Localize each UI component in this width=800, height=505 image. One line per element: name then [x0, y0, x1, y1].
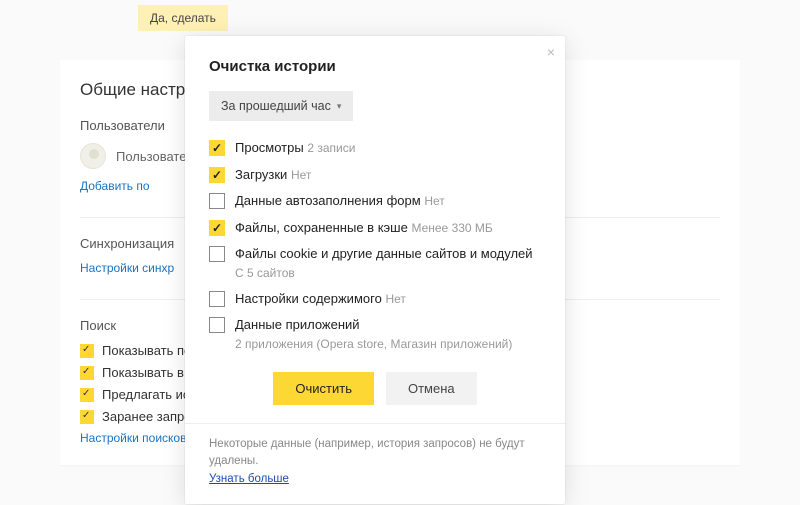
option-subtext: Нет	[424, 194, 444, 208]
history-option-row[interactable]: Файлы, сохраненные в кэше Менее 330 МБ	[209, 219, 541, 237]
learn-more-link[interactable]: Узнать больше	[209, 473, 289, 485]
option-subtext: Нет	[385, 292, 405, 306]
close-icon[interactable]: ×	[547, 44, 555, 60]
checkbox-checked-icon[interactable]	[209, 220, 225, 236]
checkbox-unchecked-icon[interactable]	[209, 291, 225, 307]
history-option-row[interactable]: Данные автозаполнения форм Нет	[209, 192, 541, 210]
footer-note: Некоторые данные (например, история запр…	[209, 438, 525, 467]
cancel-button[interactable]: Отмена	[386, 372, 477, 405]
chevron-down-icon: ▾	[337, 101, 342, 112]
time-range-select[interactable]: За прошедший час ▾	[209, 91, 353, 121]
option-label: Настройки содержимого Нет	[235, 290, 406, 308]
history-option-row[interactable]: Загрузки Нет	[209, 166, 541, 184]
time-range-value: За прошедший час	[221, 99, 331, 113]
history-option-row[interactable]: Просмотры 2 записи	[209, 139, 541, 157]
history-option-row[interactable]: Настройки содержимого Нет	[209, 290, 541, 308]
option-label: Просмотры 2 записи	[235, 139, 355, 157]
dialog-footer: Некоторые данные (например, история запр…	[185, 423, 565, 504]
option-subtext: Менее 330 МБ	[411, 221, 492, 235]
option-subtext: 2 приложения (Opera store, Магазин прило…	[235, 336, 512, 352]
checkbox-checked-icon[interactable]	[209, 167, 225, 183]
history-option-row[interactable]: Данные приложений2 приложения (Opera sto…	[209, 316, 541, 352]
checkbox-unchecked-icon[interactable]	[209, 317, 225, 333]
clear-button[interactable]: Очистить	[273, 372, 374, 405]
option-label: Данные приложений2 приложения (Opera sto…	[235, 316, 512, 352]
option-subtext: С 5 сайтов	[235, 265, 533, 281]
option-label: Файлы, сохраненные в кэше Менее 330 МБ	[235, 219, 493, 237]
option-label: Загрузки Нет	[235, 166, 311, 184]
option-subtext: Нет	[291, 168, 311, 182]
option-subtext: 2 записи	[307, 141, 355, 155]
checkbox-unchecked-icon[interactable]	[209, 193, 225, 209]
option-label: Данные автозаполнения форм Нет	[235, 192, 445, 210]
clear-history-dialog: × Очистка истории За прошедший час ▾ Про…	[185, 36, 565, 504]
checkbox-unchecked-icon[interactable]	[209, 246, 225, 262]
option-label: Файлы cookie и другие данные сайтов и мо…	[235, 245, 533, 281]
history-option-row[interactable]: Файлы cookie и другие данные сайтов и мо…	[209, 245, 541, 281]
checkbox-checked-icon[interactable]	[209, 140, 225, 156]
dialog-title: Очистка истории	[209, 58, 541, 75]
